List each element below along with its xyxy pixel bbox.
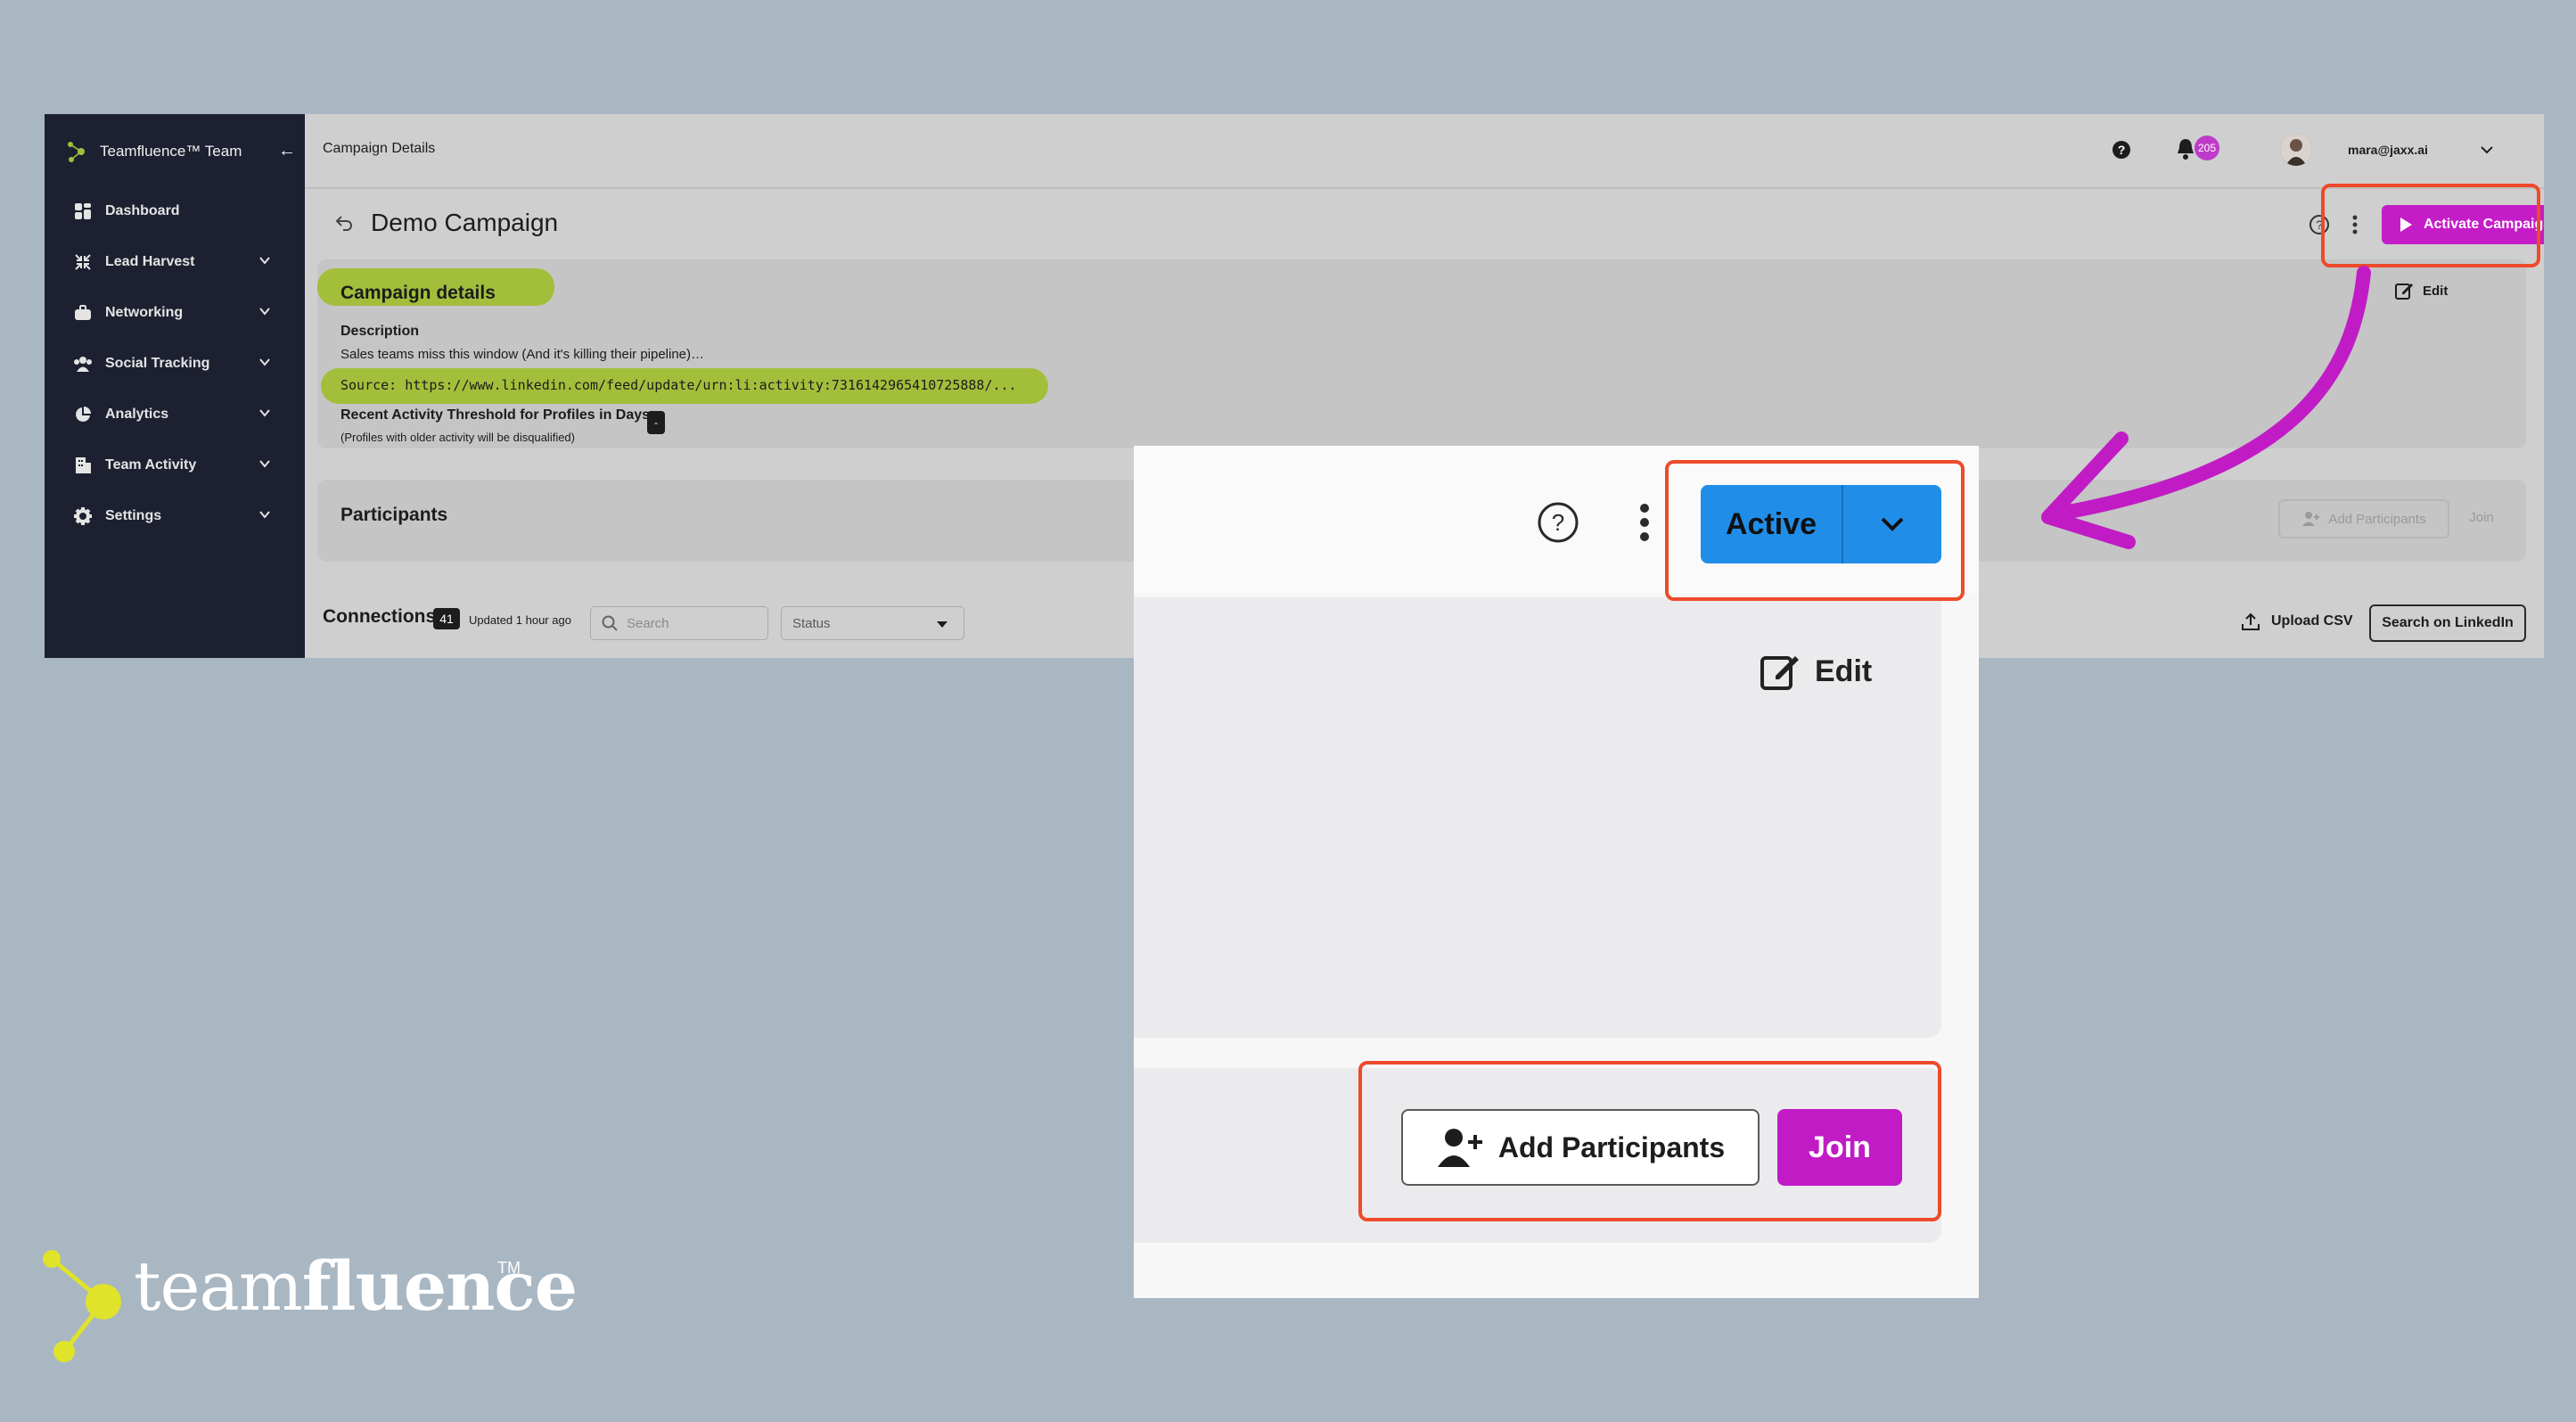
gear-icon [73, 506, 93, 526]
user-email[interactable]: mara@jaxx.ai [2348, 143, 2428, 157]
search-placeholder: Search [627, 615, 669, 631]
sidebar-item-label: Analytics [105, 406, 169, 422]
avatar[interactable] [2280, 134, 2312, 166]
chevron-down-icon[interactable] [2480, 143, 2494, 157]
brand-name: Teamfluence™ Team [100, 143, 242, 160]
edit-icon [2395, 284, 2413, 300]
notification-badge: 205 [2195, 136, 2219, 160]
sidebar-item-team-activity[interactable]: Team Activity [45, 440, 305, 490]
brand: Teamfluence™ Team ← [66, 134, 296, 169]
users-icon [73, 354, 93, 374]
briefcase-icon [73, 303, 93, 323]
collapse-sidebar-icon[interactable]: ← [278, 141, 296, 161]
sidebar-item-label: Team Activity [105, 456, 197, 473]
page-title: Demo Campaign [371, 209, 559, 236]
annotation-arrow [2041, 266, 2371, 549]
topbar: Campaign Details ? 205 mara@jaxx.ai [305, 114, 2544, 189]
more-options-icon[interactable] [1638, 503, 1651, 542]
compress-icon [73, 252, 93, 272]
teamfluence-logo-icon [68, 142, 85, 162]
search-icon [602, 615, 618, 631]
upload-csv-button[interactable]: Upload CSV [2241, 612, 2353, 631]
threshold-label: Recent Activity Threshold for Profiles i… [340, 407, 651, 423]
source-link[interactable]: Source: https://www.linkedin.com/feed/up… [340, 377, 1017, 393]
brand-light: team [134, 1246, 303, 1326]
highlight-box [2321, 184, 2540, 267]
search-input[interactable]: Search [590, 606, 768, 640]
edit-icon [1760, 656, 1799, 690]
sidebar-item-label: Networking [105, 304, 184, 320]
sidebar-item-settings[interactable]: Settings [45, 490, 305, 541]
participants-title: Participants [340, 505, 448, 525]
highlight-box [1358, 1061, 1941, 1221]
zoom-details-card: Edit [1134, 597, 1941, 1038]
threshold-value: - [647, 411, 665, 434]
description-text: Sales teams miss this window (And it's k… [340, 347, 705, 362]
sidebar: Teamfluence™ Team ← Dashboard Lead Harve… [45, 114, 305, 658]
sidebar-item-label: Settings [105, 507, 162, 523]
sidebar-item-dashboard[interactable]: Dashboard [45, 185, 305, 236]
description-label: Description [340, 324, 420, 339]
status-label: Status [792, 615, 831, 631]
updated-timestamp: Updated 1 hour ago [469, 613, 571, 627]
sidebar-item-networking[interactable]: Networking [45, 287, 305, 338]
chevron-down-icon[interactable] [258, 254, 271, 267]
help-icon[interactable]: ? [2111, 139, 2132, 160]
sidebar-item-lead-harvest[interactable]: Lead Harvest [45, 236, 305, 287]
sidebar-nav: Dashboard Lead Harvest Networking Social… [45, 185, 305, 541]
upload-csv-label: Upload CSV [2271, 613, 2353, 629]
search-on-linkedin-button[interactable]: Search on LinkedIn [2369, 604, 2526, 642]
sidebar-item-label: Lead Harvest [105, 253, 195, 269]
campaign-header: Demo Campaign ? Activate Campaign [305, 189, 2544, 259]
join-button[interactable]: Join [2457, 499, 2506, 535]
sidebar-item-label: Dashboard [105, 202, 180, 218]
campaign-details-title: Campaign details [340, 283, 496, 303]
building-icon [73, 456, 93, 475]
sidebar-item-analytics[interactable]: Analytics [45, 389, 305, 440]
caret-down-icon [937, 621, 948, 628]
chevron-down-icon[interactable] [258, 407, 271, 419]
connections-title: Connections [323, 606, 437, 627]
connections-count: 41 [433, 608, 460, 629]
brand-bold: fluence [301, 1246, 578, 1326]
edit-label: Edit [1815, 653, 1873, 688]
status-select[interactable]: Status [781, 606, 964, 640]
threshold-note: (Profiles with older activity will be di… [340, 431, 575, 444]
breadcrumb: Campaign Details [323, 141, 436, 156]
edit-label: Edit [2423, 283, 2449, 299]
upload-icon [2242, 612, 2260, 630]
pie-chart-icon [73, 405, 93, 424]
back-icon[interactable] [333, 212, 355, 234]
trademark: TM [497, 1259, 521, 1277]
grid-icon [73, 201, 93, 221]
svg-text:?: ? [2118, 143, 2126, 157]
chevron-down-icon[interactable] [258, 356, 271, 368]
svg-text:?: ? [1552, 509, 1564, 536]
sidebar-item-label: Social Tracking [105, 355, 210, 371]
highlight-box [1665, 460, 1965, 601]
help-circle-icon[interactable]: ? [1537, 501, 1579, 544]
edit-details-button[interactable]: Edit [1760, 651, 1872, 692]
bell-icon[interactable] [2175, 137, 2196, 160]
chevron-down-icon[interactable] [258, 305, 271, 317]
sidebar-item-social-tracking[interactable]: Social Tracking [45, 338, 305, 389]
edit-details-button[interactable]: Edit [2394, 281, 2448, 300]
chevron-down-icon[interactable] [258, 457, 271, 470]
chevron-down-icon[interactable] [258, 508, 271, 521]
